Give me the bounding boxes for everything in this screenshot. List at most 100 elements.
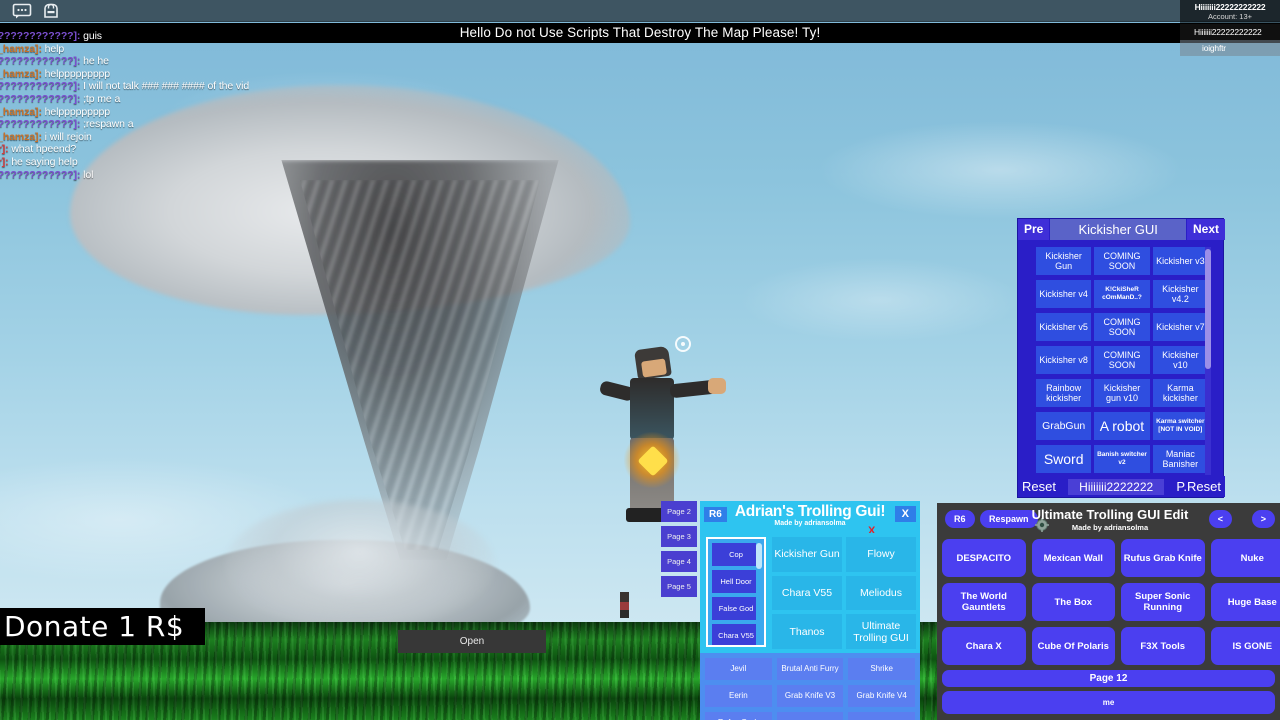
kickisher-next-button[interactable]: Next bbox=[1186, 219, 1225, 240]
utg-me-button[interactable]: me bbox=[942, 691, 1275, 714]
adrian-scroll-item[interactable]: Cop bbox=[712, 543, 760, 566]
utg-button-grid: DESPACITO Mexican Wall Rufus Grab Knife Nuk… bbox=[942, 539, 1280, 665]
utg-button[interactable]: IS GONE bbox=[1210, 627, 1280, 665]
adrian-lower-button[interactable]: Rufus Grab bbox=[705, 712, 772, 720]
kickisher-prev-button[interactable]: Pre bbox=[1018, 219, 1050, 240]
utg-prev-button[interactable]: < bbox=[1208, 510, 1232, 528]
utg-button[interactable]: Nuke bbox=[1210, 539, 1280, 577]
utg-button[interactable]: Rufus Grab Knife bbox=[1121, 539, 1205, 577]
donate-sign: Donate 1 R$ bbox=[0, 608, 205, 645]
adrian-scroll-item[interactable]: Chara V55 bbox=[712, 624, 760, 645]
utg-next-button[interactable]: > bbox=[1251, 510, 1275, 528]
open-button[interactable]: Open bbox=[398, 630, 546, 653]
kickisher-footer: Reset Hiiiiiii2222222 P.Reset bbox=[1018, 476, 1225, 497]
adrian-lower-button[interactable]: Grab Knife V4 bbox=[848, 685, 915, 707]
kickisher-button[interactable]: Banish switcher v2 bbox=[1094, 445, 1150, 473]
chat-message: [s_hamza]: help bbox=[0, 43, 268, 56]
chat-message: [s_hamza]: i will rejoin bbox=[0, 131, 268, 144]
adrian-main-button[interactable]: Kickisher Gun bbox=[772, 537, 842, 572]
kickisher-button[interactable]: Kickisher Gun bbox=[1036, 247, 1092, 275]
chat-author: [br]: bbox=[0, 143, 9, 156]
kickisher-button[interactable]: COMING SOON bbox=[1094, 313, 1150, 341]
adrian-scroll-item[interactable]: False God bbox=[712, 597, 760, 620]
page-tab[interactable]: Page 3 bbox=[661, 526, 697, 547]
kickisher-gui-panel: Pre Kickisher GUI Next Kickisher Gun COMI… bbox=[1017, 218, 1225, 498]
page-tab[interactable]: Page 2 bbox=[661, 501, 697, 522]
utg-button[interactable]: Cube Of Polaris bbox=[1031, 627, 1115, 665]
chat-text: help bbox=[44, 42, 65, 55]
kickisher-button[interactable]: Rainbow kickisher bbox=[1036, 379, 1092, 407]
player-list-header-name: Hiiiiiii22222222222 bbox=[1194, 2, 1266, 12]
kickisher-button[interactable]: Karma kickisher bbox=[1152, 379, 1208, 407]
adrian-trolling-gui-panel: R6 Adrian's Trolling Gui! Made by adrian… bbox=[700, 501, 920, 720]
utg-button[interactable]: The World Gauntlets bbox=[942, 583, 1026, 621]
chat-text: lol bbox=[83, 168, 94, 181]
adrian-scroll-list[interactable]: Cop Hell Door False God Chara V55 bbox=[706, 537, 766, 647]
page-tab[interactable]: Page 5 bbox=[661, 576, 697, 597]
adrian-lower-button-grid: Jevil Brutal Anti Furry Shrike Eerin Grab Kn… bbox=[700, 653, 920, 720]
ultimate-trolling-gui-panel: R6 Respawn Ultimate Trolling GUI Edit Ma… bbox=[937, 503, 1280, 720]
chat-text: helppppppppp bbox=[44, 105, 111, 118]
kickisher-button[interactable]: Kickisher v7 bbox=[1152, 313, 1208, 341]
adrian-scroll-item[interactable]: Hell Door bbox=[712, 570, 760, 593]
kickisher-preset-button[interactable]: P.Reset bbox=[1174, 479, 1223, 494]
utg-button[interactable]: The Box bbox=[1031, 583, 1115, 621]
utg-button[interactable]: DESPACITO bbox=[942, 539, 1026, 577]
chat-message: [?????????????]: lol bbox=[0, 169, 268, 182]
kickisher-title: Kickisher GUI bbox=[1050, 219, 1186, 240]
adrian-main-button[interactable]: Flowy bbox=[846, 537, 916, 572]
utg-header: R6 Respawn Ultimate Trolling GUI Edit Ma… bbox=[937, 503, 1280, 539]
adrian-main-button[interactable]: Meliodus bbox=[846, 575, 916, 611]
kickisher-button[interactable]: Kickisher v5 bbox=[1036, 313, 1092, 341]
utg-r6-button[interactable]: R6 bbox=[945, 510, 975, 528]
utg-button[interactable]: Mexican Wall bbox=[1031, 539, 1115, 577]
utg-button[interactable]: F3X Tools bbox=[1121, 627, 1205, 665]
adrian-lower-button[interactable] bbox=[776, 712, 844, 720]
avatar-torso bbox=[630, 378, 674, 440]
utg-page-indicator[interactable]: Page 12 bbox=[942, 670, 1275, 687]
kickisher-button[interactable]: GrabGun bbox=[1036, 412, 1092, 440]
adrian-main-button[interactable]: Chara V55 bbox=[772, 575, 842, 611]
adrian-main-button[interactable]: Thanos bbox=[772, 614, 842, 649]
utg-button[interactable]: Super Sonic Running bbox=[1121, 583, 1205, 621]
adrian-lower-button[interactable]: Eerin bbox=[705, 685, 772, 707]
kickisher-button[interactable]: COMING SOON bbox=[1094, 346, 1150, 374]
kickisher-button[interactable]: Kickisher gun v10 bbox=[1094, 379, 1150, 407]
kickisher-button[interactable]: COMING SOON bbox=[1094, 247, 1150, 275]
backpack-icon[interactable] bbox=[42, 3, 62, 19]
adrian-main-button[interactable]: Ultimate Trolling GUI bbox=[846, 614, 916, 649]
utg-button[interactable]: Chara X bbox=[942, 627, 1026, 665]
player-list-item[interactable]: Hiiiiiii22222222222 bbox=[1180, 24, 1280, 40]
adrian-scroll-thumb[interactable] bbox=[756, 543, 762, 569]
adrian-lower-button[interactable]: Brutal Anti Furry bbox=[776, 658, 844, 680]
kickisher-button[interactable]: Kickisher v4 bbox=[1036, 280, 1092, 308]
kickisher-button[interactable]: K!CkiSheR cOmManD..? bbox=[1094, 280, 1150, 308]
chat-bubble-icon[interactable] bbox=[12, 3, 32, 19]
kickisher-button[interactable]: Kickisher v10 bbox=[1152, 346, 1208, 374]
kickisher-button[interactable]: Sword bbox=[1036, 445, 1092, 473]
chat-text: helppppppppp bbox=[44, 67, 111, 80]
avatar-face bbox=[641, 358, 667, 378]
kickisher-button[interactable]: Kickisher v4.2 bbox=[1152, 280, 1208, 308]
adrian-close-button[interactable]: X bbox=[894, 506, 916, 522]
utg-button[interactable]: Huge Base bbox=[1210, 583, 1280, 621]
kickisher-name-input[interactable]: Hiiiiiii2222222 bbox=[1068, 478, 1165, 495]
kickisher-scroll-thumb[interactable] bbox=[1205, 249, 1211, 369]
kickisher-button[interactable]: Kickisher v8 bbox=[1036, 346, 1092, 374]
kickisher-button[interactable]: Kickisher v3 bbox=[1152, 247, 1208, 275]
adrian-lower-button[interactable]: Grab Knife V3 bbox=[776, 685, 844, 707]
kickisher-button[interactable]: Maniac Banisher bbox=[1152, 445, 1208, 473]
adrian-lower-button[interactable] bbox=[848, 712, 915, 720]
kickisher-button-grid: Kickisher Gun COMING SOON Kickisher v3 Kick… bbox=[1036, 247, 1208, 475]
adrian-r6-button[interactable]: R6 bbox=[704, 507, 727, 522]
adrian-lower-button[interactable]: Jevil bbox=[705, 658, 772, 680]
kickisher-scrollbar[interactable] bbox=[1205, 247, 1211, 475]
player-list-item[interactable]: ioighftr bbox=[1180, 40, 1280, 56]
chat-author: [?????????????]: bbox=[0, 80, 81, 93]
page-tab[interactable]: Page 4 bbox=[661, 551, 697, 572]
kickisher-reset-button[interactable]: Reset bbox=[1020, 479, 1058, 494]
adrian-lower-button[interactable]: Shrike bbox=[848, 658, 915, 680]
kickisher-button[interactable]: A robot bbox=[1094, 412, 1150, 440]
player-list-header: Hiiiiiii22222222222 Account: 13+ bbox=[1180, 0, 1280, 24]
kickisher-button[interactable]: Karma switcher [NOT IN VOID] bbox=[1152, 412, 1208, 440]
